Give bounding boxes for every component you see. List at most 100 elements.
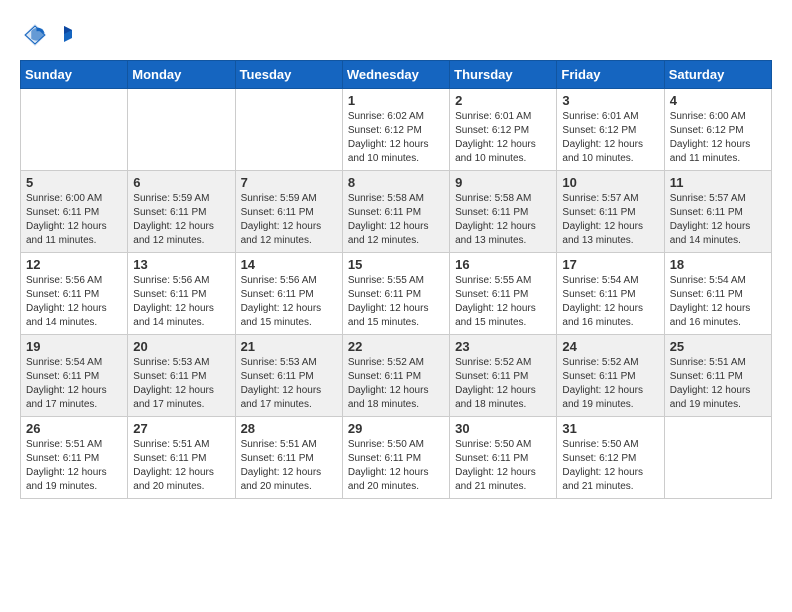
day-number: 11: [670, 175, 766, 190]
calendar-cell: 7 Sunrise: 5:59 AM Sunset: 6:11 PM Daylig…: [235, 171, 342, 253]
day-number: 24: [562, 339, 658, 354]
calendar-cell: [235, 89, 342, 171]
day-number: 27: [133, 421, 229, 436]
day-info: Sunrise: 5:50 AM Sunset: 6:12 PM Dayligh…: [562, 438, 658, 494]
calendar-week-row: 1 Sunrise: 6:02 AM Sunset: 6:12 PM Daylig…: [21, 89, 772, 171]
calendar-cell: 12 Sunrise: 5:56 AM Sunset: 6:11 PM Dayli…: [21, 253, 128, 335]
day-info: Sunrise: 5:57 AM Sunset: 6:11 PM Dayligh…: [562, 192, 658, 248]
calendar-cell: [21, 89, 128, 171]
day-number: 2: [455, 93, 551, 108]
day-number: 6: [133, 175, 229, 190]
day-number: 18: [670, 257, 766, 272]
day-number: 29: [348, 421, 444, 436]
day-number: 9: [455, 175, 551, 190]
day-number: 4: [670, 93, 766, 108]
logo-icon: [20, 20, 50, 50]
day-info: Sunrise: 5:58 AM Sunset: 6:11 PM Dayligh…: [348, 192, 444, 248]
day-number: 10: [562, 175, 658, 190]
calendar-week-row: 26Sunrise: 5:51 AM Sunset: 6:11 PM Dayli…: [21, 417, 772, 499]
calendar-cell: 21 Sunrise: 5:53 AM Sunset: 6:11 PM Dayli…: [235, 335, 342, 417]
calendar-cell: 14Sunrise: 5:56 AM Sunset: 6:11 PM Dayli…: [235, 253, 342, 335]
day-info: Sunrise: 5:50 AM Sunset: 6:11 PM Dayligh…: [455, 438, 551, 494]
day-info: Sunrise: 5:56 AM Sunset: 6:11 PM Dayligh…: [133, 274, 229, 330]
calendar-cell: 3 Sunrise: 6:01 AM Sunset: 6:12 PM Daylig…: [557, 89, 664, 171]
calendar-cell: 4Sunrise: 6:00 AM Sunset: 6:12 PM Daylig…: [664, 89, 771, 171]
day-number: 12: [26, 257, 122, 272]
logo: [20, 20, 74, 50]
day-number: 31: [562, 421, 658, 436]
calendar-cell: 15 Sunrise: 5:55 AM Sunset: 6:11 PM Dayli…: [342, 253, 449, 335]
day-info: Sunrise: 5:57 AM Sunset: 6:11 PM Dayligh…: [670, 192, 766, 248]
day-info: Sunrise: 5:54 AM Sunset: 6:11 PM Dayligh…: [670, 274, 766, 330]
calendar-cell: 25Sunrise: 5:51 AM Sunset: 6:11 PM Dayli…: [664, 335, 771, 417]
calendar-cell: 10 Sunrise: 5:57 AM Sunset: 6:11 PM Dayli…: [557, 171, 664, 253]
day-number: 1: [348, 93, 444, 108]
calendar-cell: 29 Sunrise: 5:50 AM Sunset: 6:11 PM Dayli…: [342, 417, 449, 499]
day-info: Sunrise: 5:52 AM Sunset: 6:11 PM Dayligh…: [562, 356, 658, 412]
logo-flag-icon: [54, 24, 74, 46]
calendar-cell: 18 Sunrise: 5:54 AM Sunset: 6:11 PM Dayli…: [664, 253, 771, 335]
calendar-cell: 30Sunrise: 5:50 AM Sunset: 6:11 PM Dayli…: [450, 417, 557, 499]
day-info: Sunrise: 5:55 AM Sunset: 6:11 PM Dayligh…: [348, 274, 444, 330]
calendar-table: SundayMondayTuesdayWednesdayThursdayFrid…: [20, 60, 772, 499]
calendar-week-row: 19Sunrise: 5:54 AM Sunset: 6:11 PM Dayli…: [21, 335, 772, 417]
day-info: Sunrise: 5:59 AM Sunset: 6:11 PM Dayligh…: [133, 192, 229, 248]
day-number: 23: [455, 339, 551, 354]
day-number: 28: [241, 421, 337, 436]
day-number: 21: [241, 339, 337, 354]
calendar-cell: 6 Sunrise: 5:59 AM Sunset: 6:11 PM Daylig…: [128, 171, 235, 253]
day-number: 25: [670, 339, 766, 354]
weekday-header: Saturday: [664, 61, 771, 89]
calendar-cell: 28Sunrise: 5:51 AM Sunset: 6:11 PM Dayli…: [235, 417, 342, 499]
day-info: Sunrise: 5:51 AM Sunset: 6:11 PM Dayligh…: [133, 438, 229, 494]
calendar-cell: 5Sunrise: 6:00 AM Sunset: 6:11 PM Daylig…: [21, 171, 128, 253]
day-info: Sunrise: 5:54 AM Sunset: 6:11 PM Dayligh…: [26, 356, 122, 412]
day-number: 15: [348, 257, 444, 272]
day-info: Sunrise: 5:54 AM Sunset: 6:11 PM Dayligh…: [562, 274, 658, 330]
day-info: Sunrise: 6:01 AM Sunset: 6:12 PM Dayligh…: [562, 110, 658, 166]
day-info: Sunrise: 5:50 AM Sunset: 6:11 PM Dayligh…: [348, 438, 444, 494]
day-number: 14: [241, 257, 337, 272]
day-info: Sunrise: 5:55 AM Sunset: 6:11 PM Dayligh…: [455, 274, 551, 330]
calendar-cell: 23 Sunrise: 5:52 AM Sunset: 6:11 PM Dayli…: [450, 335, 557, 417]
day-info: Sunrise: 6:02 AM Sunset: 6:12 PM Dayligh…: [348, 110, 444, 166]
weekday-header: Wednesday: [342, 61, 449, 89]
weekday-header: Friday: [557, 61, 664, 89]
calendar-cell: 11 Sunrise: 5:57 AM Sunset: 6:11 PM Dayli…: [664, 171, 771, 253]
calendar-cell: 26Sunrise: 5:51 AM Sunset: 6:11 PM Dayli…: [21, 417, 128, 499]
day-info: Sunrise: 5:52 AM Sunset: 6:11 PM Dayligh…: [455, 356, 551, 412]
calendar-cell: 24 Sunrise: 5:52 AM Sunset: 6:11 PM Dayli…: [557, 335, 664, 417]
day-number: 20: [133, 339, 229, 354]
day-number: 7: [241, 175, 337, 190]
calendar-cell: 31 Sunrise: 5:50 AM Sunset: 6:12 PM Dayli…: [557, 417, 664, 499]
day-info: Sunrise: 5:56 AM Sunset: 6:11 PM Dayligh…: [26, 274, 122, 330]
day-number: 8: [348, 175, 444, 190]
day-info: Sunrise: 5:59 AM Sunset: 6:11 PM Dayligh…: [241, 192, 337, 248]
calendar-cell: 19Sunrise: 5:54 AM Sunset: 6:11 PM Dayli…: [21, 335, 128, 417]
calendar-cell: 22 Sunrise: 5:52 AM Sunset: 6:11 PM Dayli…: [342, 335, 449, 417]
weekday-header: Tuesday: [235, 61, 342, 89]
day-number: 16: [455, 257, 551, 272]
weekday-header: Thursday: [450, 61, 557, 89]
calendar-cell: 16 Sunrise: 5:55 AM Sunset: 6:11 PM Dayli…: [450, 253, 557, 335]
weekday-header: Sunday: [21, 61, 128, 89]
day-info: Sunrise: 6:01 AM Sunset: 6:12 PM Dayligh…: [455, 110, 551, 166]
calendar-week-row: 12 Sunrise: 5:56 AM Sunset: 6:11 PM Dayli…: [21, 253, 772, 335]
day-info: Sunrise: 5:51 AM Sunset: 6:11 PM Dayligh…: [26, 438, 122, 494]
calendar-cell: 27 Sunrise: 5:51 AM Sunset: 6:11 PM Dayli…: [128, 417, 235, 499]
weekday-header: Monday: [128, 61, 235, 89]
day-number: 3: [562, 93, 658, 108]
calendar-header-row: SundayMondayTuesdayWednesdayThursdayFrid…: [21, 61, 772, 89]
day-info: Sunrise: 5:53 AM Sunset: 6:11 PM Dayligh…: [241, 356, 337, 412]
calendar-cell: [664, 417, 771, 499]
calendar-cell: 8 Sunrise: 5:58 AM Sunset: 6:11 PM Daylig…: [342, 171, 449, 253]
calendar-cell: 20 Sunrise: 5:53 AM Sunset: 6:11 PM Dayli…: [128, 335, 235, 417]
day-info: Sunrise: 5:52 AM Sunset: 6:11 PM Dayligh…: [348, 356, 444, 412]
calendar-cell: 17 Sunrise: 5:54 AM Sunset: 6:11 PM Dayli…: [557, 253, 664, 335]
day-number: 17: [562, 257, 658, 272]
day-info: Sunrise: 6:00 AM Sunset: 6:11 PM Dayligh…: [26, 192, 122, 248]
logo-text: [54, 24, 74, 46]
day-number: 22: [348, 339, 444, 354]
day-info: Sunrise: 5:53 AM Sunset: 6:11 PM Dayligh…: [133, 356, 229, 412]
page-header: [20, 20, 772, 50]
